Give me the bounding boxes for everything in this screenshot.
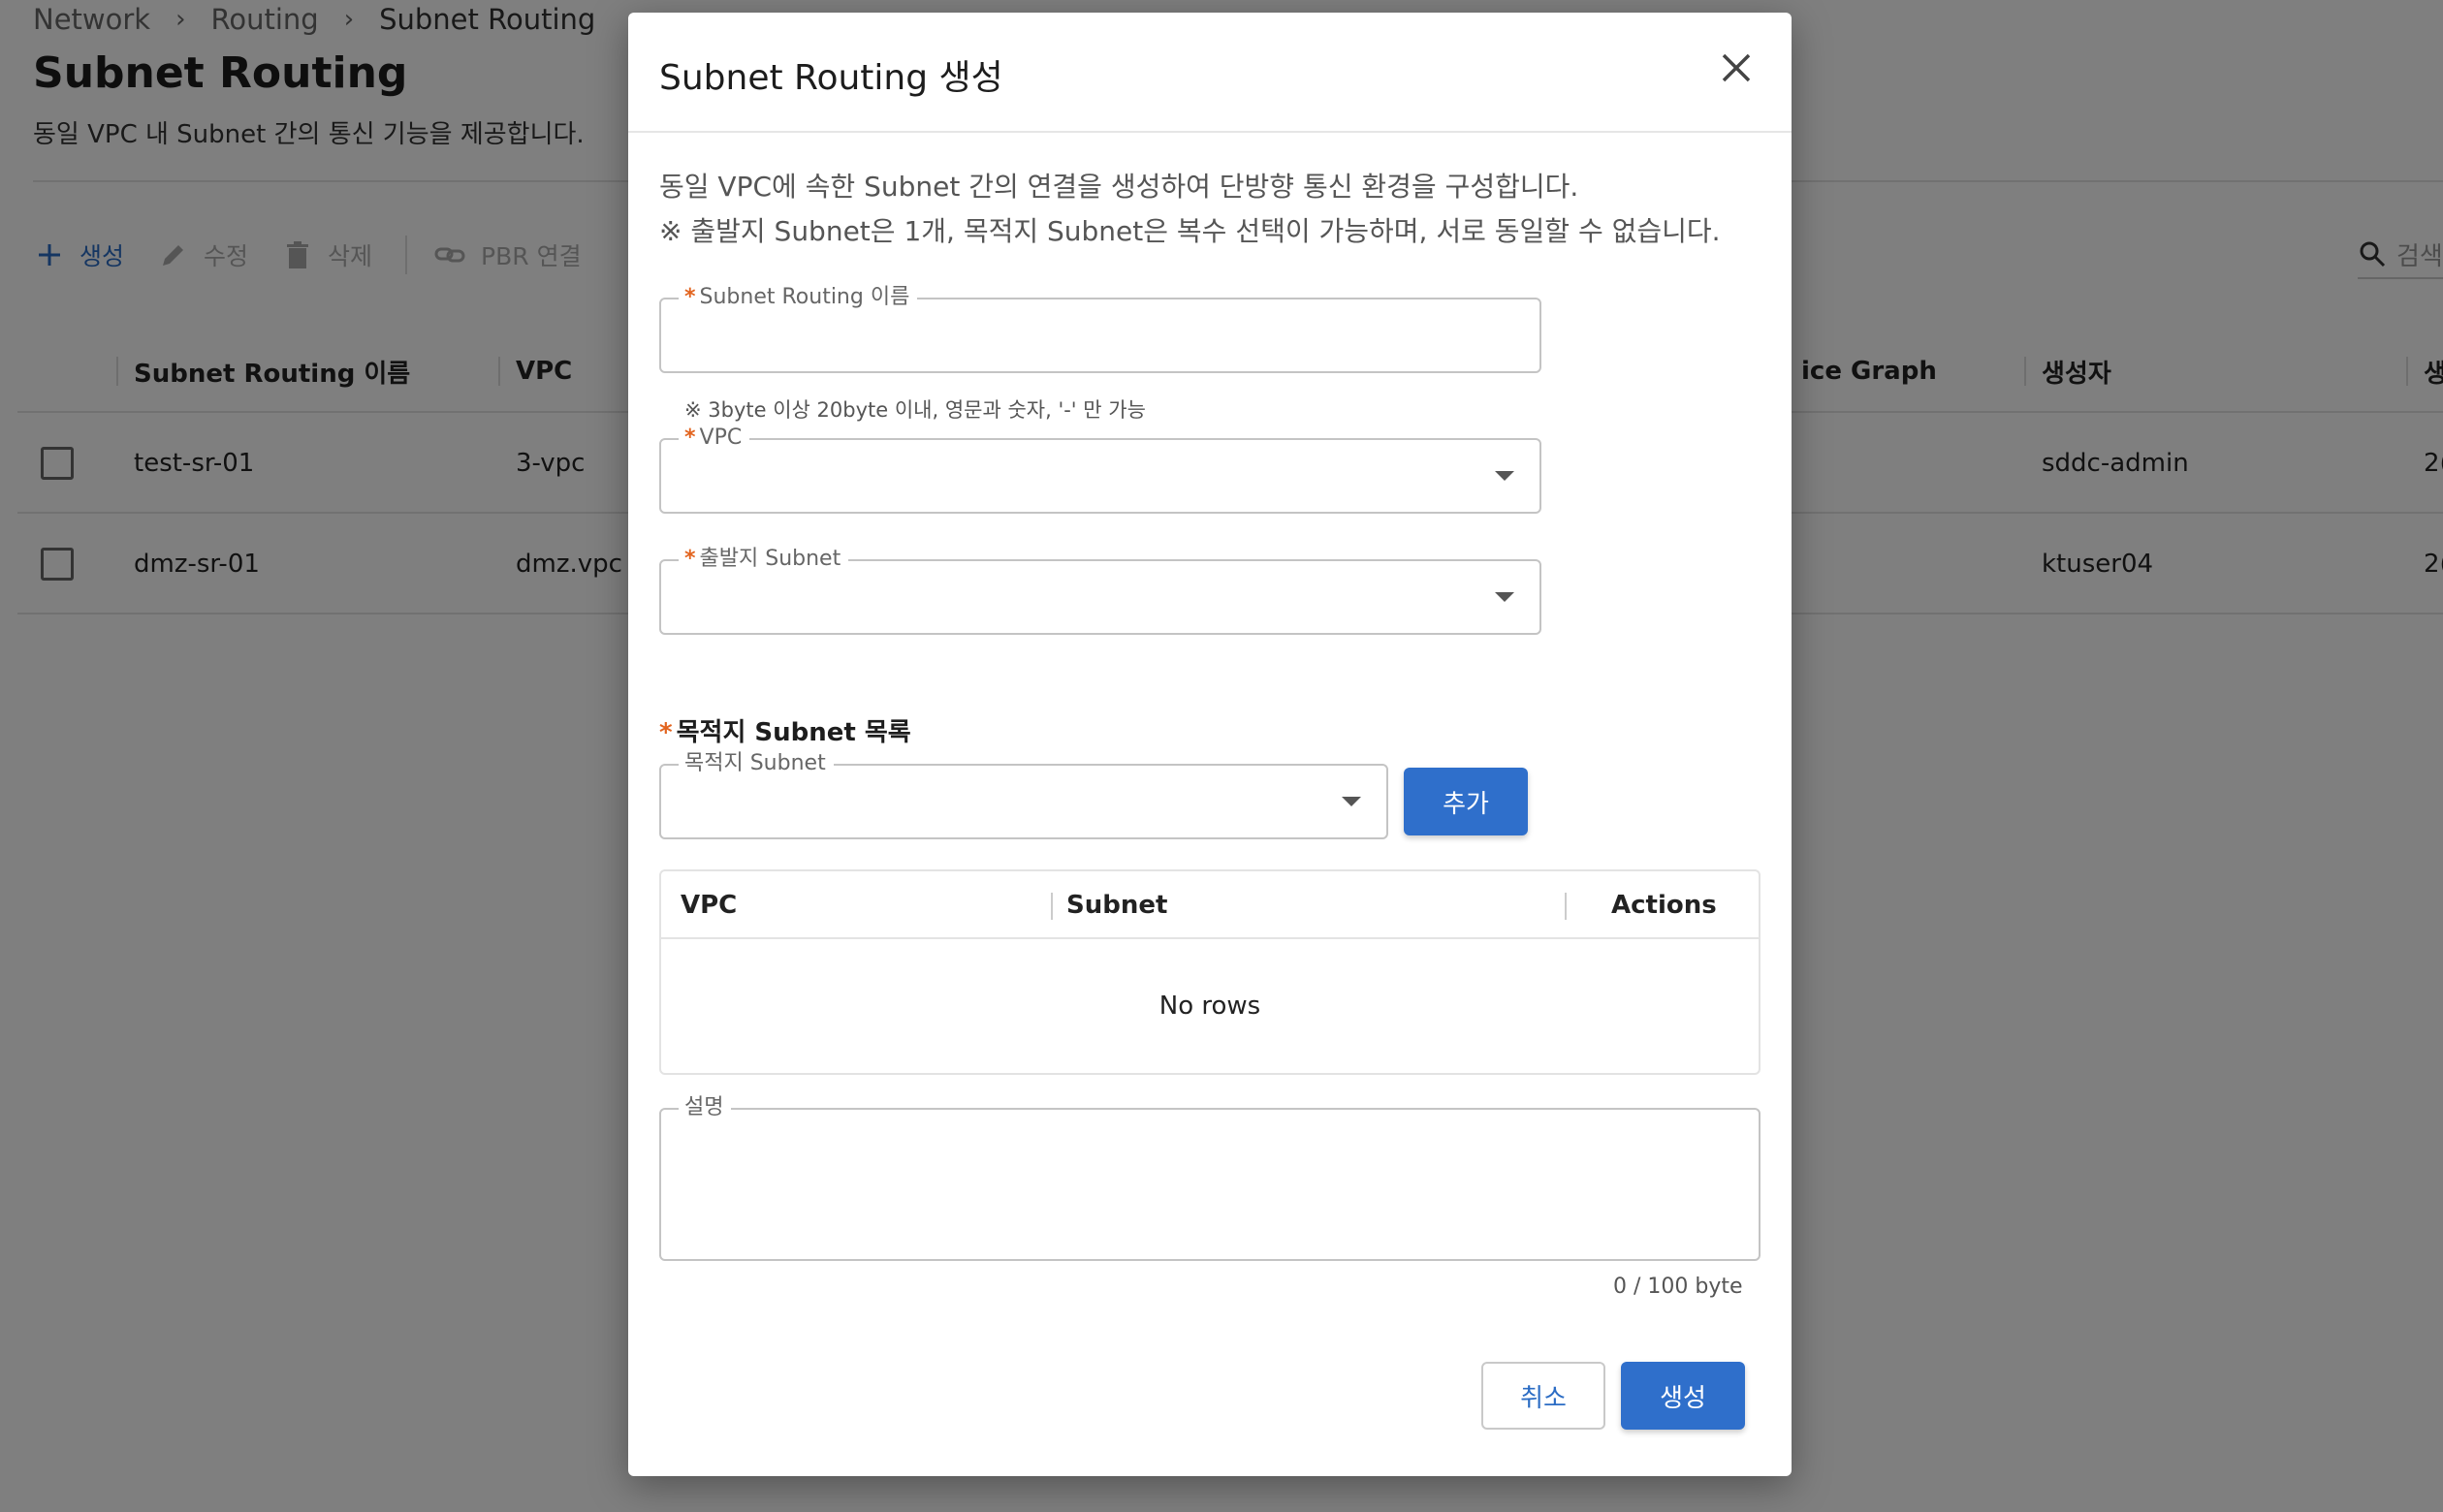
chevron-down-icon (1342, 797, 1361, 806)
description-field[interactable]: 설명 (659, 1094, 1761, 1261)
close-icon (1722, 53, 1751, 82)
source-subnet-select[interactable]: * 출발지 Subnet (659, 546, 1541, 635)
dialog-header: Subnet Routing 생성 (628, 13, 1792, 133)
name-field-hint: ※ 3byte 이상 20byte 이내, 영문과 숫자, '-' 만 가능 (684, 398, 1146, 422)
dest-subnet-table: VPC Subnet Actions No rows (659, 869, 1761, 1075)
empty-rows-message: No rows (1158, 992, 1261, 1021)
dialog-info-note: ※ 출발지 Subnet은 1개, 목적지 Subnet은 복수 선택이 가능하… (659, 215, 1721, 247)
column-separator (1051, 893, 1053, 920)
cancel-button[interactable]: 취소 (1481, 1362, 1605, 1430)
create-dialog: Subnet Routing 생성 동일 VPC에 속한 Subnet 간의 연… (628, 13, 1792, 1476)
required-mark: * (684, 285, 696, 309)
column-header-vpc[interactable]: VPC (681, 871, 737, 939)
chevron-down-icon (1495, 471, 1514, 481)
required-mark: * (684, 547, 696, 571)
dialog-info-text: 동일 VPC에 속한 Subnet 간의 연결을 생성하여 단방향 통신 환경을… (659, 171, 1579, 203)
dialog-title: Subnet Routing 생성 (659, 58, 1003, 98)
required-mark: * (684, 425, 696, 450)
column-separator (1565, 893, 1567, 920)
dest-subnet-select[interactable]: 목적지 Subnet (659, 750, 1388, 839)
column-header-subnet[interactable]: Subnet (1066, 871, 1167, 939)
chevron-down-icon (1495, 592, 1514, 602)
subnet-routing-name-field[interactable]: * Subnet Routing 이름 (659, 284, 1541, 373)
dest-subnet-label: 목적지 Subnet (679, 750, 834, 777)
column-header-actions: Actions (1611, 891, 1717, 920)
byte-counter: 0 / 100 byte (1613, 1275, 1743, 1299)
dest-subnet-section-label: * 목적지 Subnet 목록 (659, 718, 911, 747)
dest-table-header: VPC Subnet Actions (661, 871, 1759, 939)
submit-create-button[interactable]: 생성 (1621, 1362, 1745, 1430)
vpc-field-label: * VPC (679, 425, 750, 452)
required-mark: * (659, 718, 673, 747)
add-button[interactable]: 추가 (1404, 768, 1528, 835)
description-label: 설명 (679, 1094, 732, 1121)
close-button[interactable] (1716, 47, 1757, 88)
vpc-select[interactable]: * VPC (659, 425, 1541, 514)
name-field-label: * Subnet Routing 이름 (679, 284, 918, 311)
source-subnet-label: * 출발지 Subnet (679, 546, 849, 573)
